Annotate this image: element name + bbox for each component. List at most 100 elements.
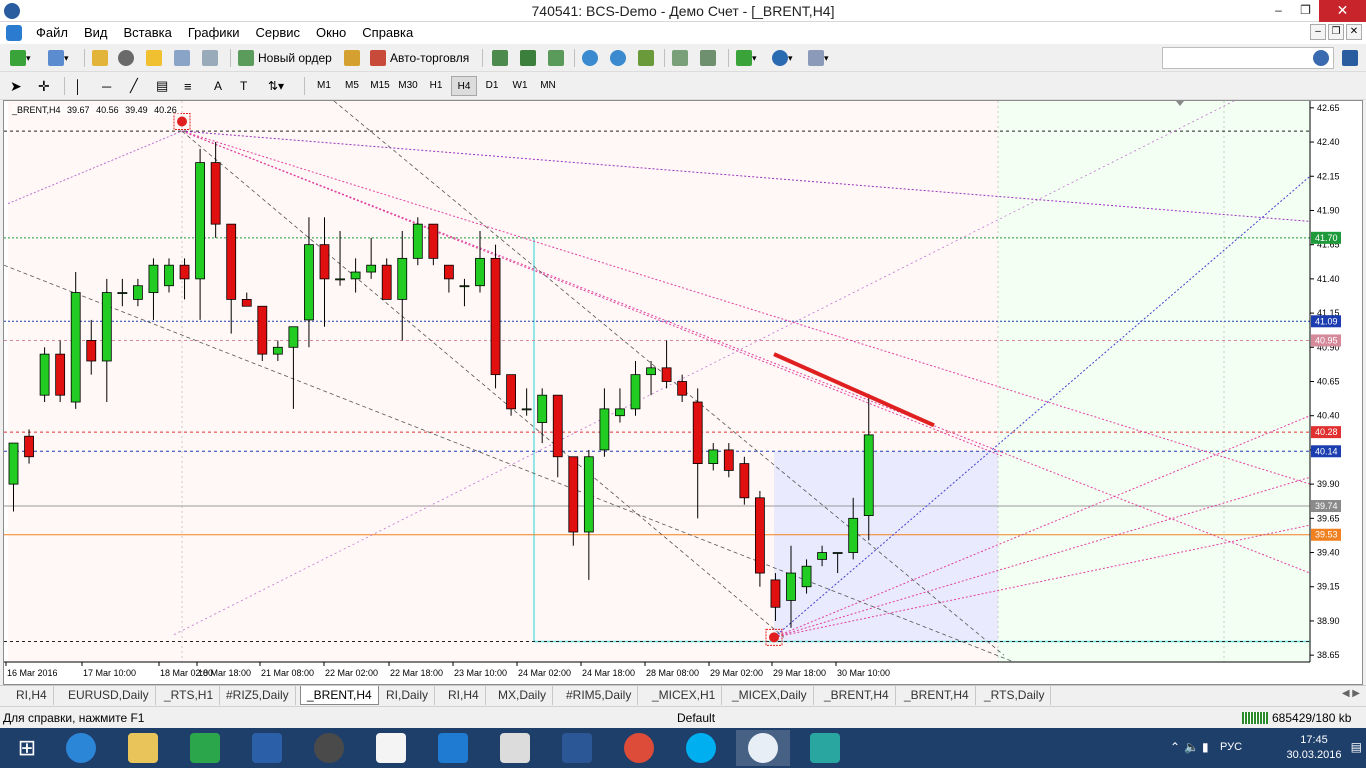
candle-body — [568, 456, 579, 533]
zoom-in-button[interactable] — [582, 48, 598, 68]
menu-view[interactable]: Вид — [76, 25, 116, 40]
candlestick-button[interactable] — [520, 48, 536, 68]
tab-brent-h4[interactable]: _BRENT,H4 — [300, 686, 379, 705]
fibonacci-tool[interactable]: ≡ — [184, 76, 192, 96]
new-order-button[interactable]: Новый ордер — [238, 48, 332, 68]
tab-micex-daily[interactable]: _MICEX,Daily — [726, 686, 814, 705]
taskbar-skype[interactable] — [674, 730, 728, 766]
notifications-icon[interactable]: ▤ — [1351, 740, 1362, 754]
x-tick-label: 17 Mar 10:00 — [83, 668, 136, 678]
tab-eurusd-daily[interactable]: EURUSD,Daily — [62, 686, 156, 705]
timeframe-w1[interactable]: W1 — [507, 76, 533, 96]
tab-ri-h4-2[interactable]: RI,H4 — [442, 686, 486, 705]
taskbar-security[interactable] — [302, 730, 356, 766]
metaeditor-icon — [344, 50, 360, 66]
channel-tool[interactable]: ▤ — [156, 76, 168, 96]
tab-micex-h1[interactable]: _MICEX,H1 — [646, 686, 723, 705]
taskbar-terminal[interactable] — [736, 730, 790, 766]
tester-button[interactable] — [202, 48, 218, 68]
auto-trading-button[interactable]: Авто-торговля — [370, 48, 469, 68]
taskbar-document[interactable] — [364, 730, 418, 766]
taskbar-maxthon[interactable] — [426, 730, 480, 766]
mdi-restore-button[interactable]: ❐ — [1328, 24, 1344, 40]
taskbar-lenovo[interactable] — [240, 730, 294, 766]
auto-trading-label: Авто-торговля — [390, 51, 470, 65]
cursor-icon: ➤ — [10, 77, 22, 94]
new-chart-button[interactable]: ▾ — [10, 48, 31, 68]
taskbar-word[interactable] — [550, 730, 604, 766]
volume-icon[interactable]: 🔈 — [1184, 740, 1199, 754]
tab-brent-h4-2[interactable]: _BRENT,H4 — [818, 686, 896, 705]
menu-file[interactable]: Файл — [28, 25, 76, 40]
profiles-button[interactable]: ▾ — [48, 48, 69, 68]
tab-rts-h1[interactable]: _RTS,H1 — [158, 686, 221, 705]
tray-up-arrow-icon[interactable]: ⌃ — [1170, 740, 1180, 754]
close-button[interactable]: ✕ — [1319, 0, 1366, 22]
timeframe-h1[interactable]: H1 — [423, 76, 449, 96]
timeframe-m15[interactable]: M15 — [367, 76, 393, 96]
network-icon[interactable]: ▮ — [1202, 740, 1209, 754]
tab-rim5-daily[interactable]: #RIM5,Daily — [560, 686, 639, 705]
y-tick-label: 39.90 — [1317, 479, 1340, 489]
start-button[interactable]: ⊞ — [0, 730, 54, 766]
mdi-minimize-button[interactable]: – — [1310, 24, 1326, 40]
tab-ri-h4[interactable]: RI,H4 — [10, 686, 54, 705]
taskbar-chrome[interactable] — [612, 730, 666, 766]
tab-riz5-daily[interactable]: #RIZ5,Daily — [220, 686, 296, 705]
price-chart[interactable]: 42.6542.4042.1541.9041.6541.4041.1540.90… — [4, 101, 1362, 684]
horizontal-line-tool[interactable]: ─ — [102, 76, 111, 96]
taskbar-quik[interactable] — [798, 730, 852, 766]
tile-windows-button[interactable] — [638, 48, 654, 68]
metaeditor-button[interactable] — [344, 48, 360, 68]
vertical-line-tool[interactable]: │ — [74, 76, 82, 96]
chart-window[interactable]: 42.65 42.40 42.15 41.90 41.65 41.40 41.15 40.90… — [3, 100, 1363, 685]
favorites-button[interactable] — [146, 48, 162, 68]
arrows-tool[interactable]: ⇅▾ — [268, 76, 284, 96]
chart-shift-button[interactable] — [672, 48, 688, 68]
bar-chart-button[interactable] — [492, 48, 508, 68]
market-watch-button[interactable] — [92, 48, 108, 68]
timeframe-d1[interactable]: D1 — [479, 76, 505, 96]
menu-window[interactable]: Окно — [308, 25, 354, 40]
search-input[interactable] — [1162, 47, 1334, 69]
tab-ri-daily[interactable]: RI,Daily — [380, 686, 436, 705]
tab-scroll-arrows[interactable]: ◀ ▶ — [1342, 688, 1360, 699]
community-button[interactable] — [1342, 48, 1358, 68]
terminal-button[interactable] — [174, 48, 190, 68]
timeframe-mn[interactable]: MN — [535, 76, 561, 96]
cursor-tool[interactable]: ➤ — [10, 76, 22, 96]
trend-line-tool[interactable]: ╱ — [130, 76, 138, 96]
taskbar-ie[interactable] — [54, 730, 108, 766]
tray-clock[interactable]: 17:45 30.03.2016 — [1284, 733, 1344, 763]
taskbar-explorer[interactable] — [116, 730, 170, 766]
candle-body — [599, 408, 610, 451]
restore-button[interactable]: ❐ — [1292, 0, 1319, 22]
navigator-button[interactable] — [118, 48, 134, 68]
timeframe-m1[interactable]: M1 — [311, 76, 337, 96]
mdi-close-button[interactable]: ✕ — [1346, 24, 1362, 40]
bar-chart-icon — [492, 50, 508, 66]
tab-brent-h4-3[interactable]: _BRENT,H4 — [898, 686, 976, 705]
menu-tools[interactable]: Сервис — [248, 25, 309, 40]
taskbar-store[interactable] — [178, 730, 232, 766]
zoom-out-button[interactable] — [610, 48, 626, 68]
periods-button[interactable]: ▾ — [772, 48, 793, 68]
line-chart-button[interactable] — [548, 48, 564, 68]
menu-charts[interactable]: Графики — [180, 25, 248, 40]
timeframe-h4[interactable]: H4 — [451, 76, 477, 96]
templates-button[interactable]: ▾ — [808, 48, 829, 68]
text-label-tool[interactable]: T — [240, 76, 247, 96]
tab-rts-daily[interactable]: _RTS,Daily — [978, 686, 1052, 705]
timeframe-m5[interactable]: M5 — [339, 76, 365, 96]
timeframe-m30[interactable]: M30 — [395, 76, 421, 96]
text-tool[interactable]: A — [214, 76, 222, 96]
tray-language[interactable]: РУС — [1220, 741, 1242, 753]
menu-insert[interactable]: Вставка — [116, 25, 180, 40]
autoscroll-button[interactable] — [700, 48, 716, 68]
tab-mx-daily[interactable]: MX,Daily — [492, 686, 554, 705]
minimize-button[interactable]: – — [1265, 0, 1292, 22]
menu-help[interactable]: Справка — [354, 25, 421, 40]
crosshair-tool[interactable]: ✛ — [38, 76, 50, 96]
taskbar-home[interactable] — [488, 730, 542, 766]
indicators-button[interactable]: ▾ — [736, 48, 757, 68]
